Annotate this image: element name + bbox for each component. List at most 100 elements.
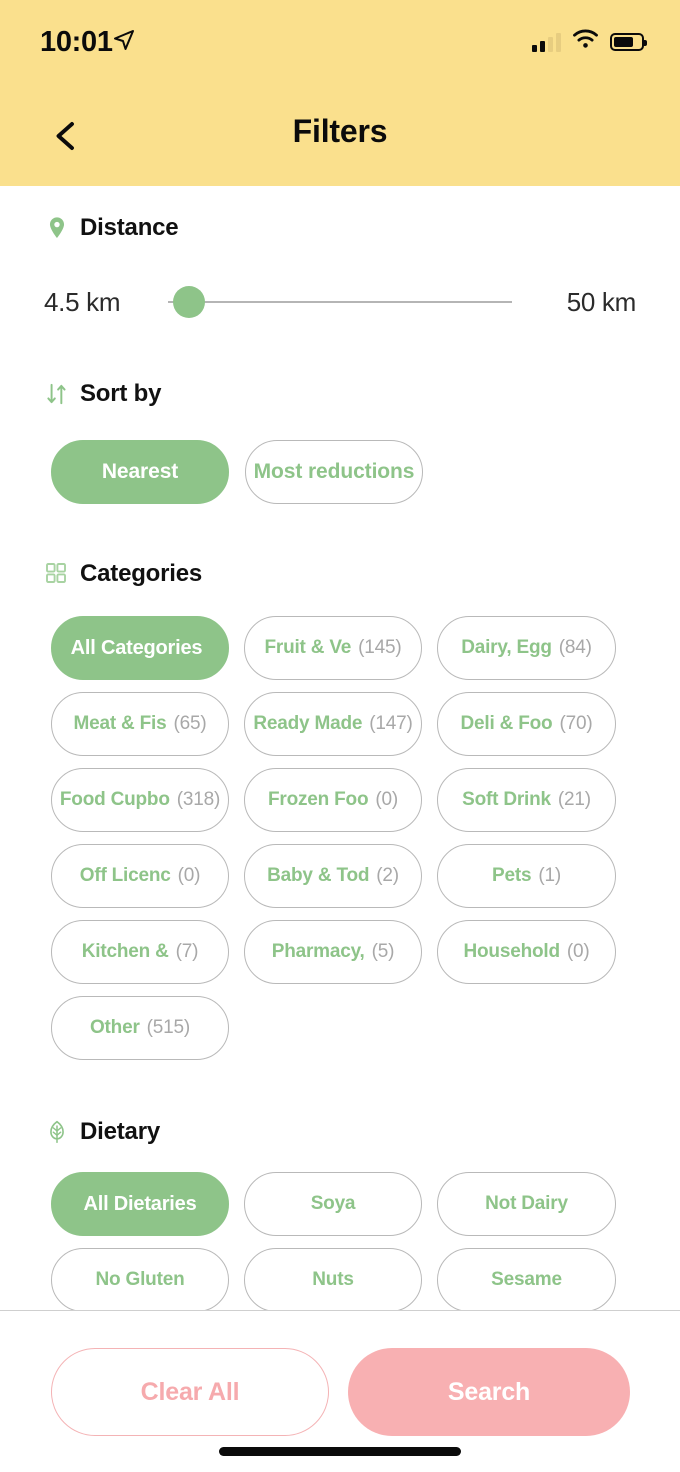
chip-count: (1) (538, 865, 561, 886)
location-arrow-icon (112, 28, 136, 52)
chip-label: Pets (492, 865, 532, 886)
app-header: 10:01 Filters (0, 0, 680, 186)
chip-count: (147) (369, 713, 413, 734)
chip-count: (21) (557, 789, 591, 810)
chip-label: Not Dairy (485, 1193, 568, 1214)
chip-label: Pharmacy, (271, 941, 365, 962)
chip-count: (0) (566, 941, 590, 962)
dietary-title: Dietary (80, 1118, 160, 1145)
category-chip[interactable]: Frozen Foo (0) (244, 768, 422, 832)
distance-slider[interactable] (168, 280, 512, 324)
category-chip[interactable]: Kitchen & (7) (51, 920, 229, 984)
map-pin-icon (44, 215, 70, 241)
sort-option-label: Most reductions (253, 460, 415, 483)
category-chip[interactable]: Off Licenc (0) (51, 844, 229, 908)
dietary-chip[interactable]: Not Dairy (437, 1172, 616, 1236)
chip-label: Household (463, 941, 561, 962)
category-chip[interactable]: Soft Drink (21) (437, 768, 616, 832)
wifi-icon (572, 28, 599, 55)
dietary-chip-grid: All Dietaries Soya Not Dairy No Gluten N… (0, 1172, 630, 1312)
chip-label: All Categories (70, 636, 203, 659)
category-chip[interactable]: All Categories (51, 616, 229, 680)
clear-all-label: Clear All (140, 1377, 240, 1406)
category-chip[interactable]: Food Cupbo (318) (51, 768, 229, 832)
dietary-chip[interactable]: No Gluten (51, 1248, 229, 1312)
grid-icon (44, 561, 70, 587)
chip-count: (0) (177, 865, 201, 886)
search-button[interactable]: Search (348, 1348, 630, 1436)
status-indicators (532, 28, 647, 55)
category-chip[interactable]: Fruit & Ve (145) (244, 616, 422, 680)
category-chip[interactable]: Ready Made (147) (244, 692, 422, 756)
sort-arrows-icon (44, 381, 70, 407)
chip-count: (318) (176, 789, 221, 810)
dietary-section-header: Dietary (0, 1118, 680, 1146)
chip-count: (70) (559, 713, 593, 734)
category-chip[interactable]: Meat & Fis (65) (51, 692, 229, 756)
dietary-chip[interactable]: All Dietaries (51, 1172, 229, 1236)
chip-count: (5) (371, 941, 395, 962)
category-chip[interactable]: Pharmacy, (5) (244, 920, 422, 984)
back-button[interactable] (44, 114, 88, 158)
chip-count: (7) (175, 941, 199, 962)
sortby-title: Sort by (80, 380, 162, 407)
slider-track (168, 301, 512, 303)
dietary-chip[interactable]: Soya (244, 1172, 422, 1236)
dietary-chip[interactable]: Nuts (244, 1248, 422, 1312)
status-bar: 10:01 (0, 0, 680, 76)
category-chip[interactable]: Pets (1) (437, 844, 616, 908)
chip-label: Sesame (491, 1269, 562, 1290)
chip-label: Other (89, 1017, 140, 1038)
battery-icon (610, 32, 647, 51)
chip-label: Off Licenc (79, 865, 171, 886)
categories-section-header: Categories (0, 560, 680, 588)
chip-count: (65) (173, 713, 207, 734)
chip-label: Meat & Fis (73, 713, 167, 734)
chip-label: Soft Drink (462, 789, 551, 810)
distance-title: Distance (80, 214, 179, 241)
distance-max-label: 50 km (566, 286, 637, 317)
categories-title: Categories (80, 560, 203, 587)
sort-option-most-reductions[interactable]: Most reductions (245, 440, 423, 504)
chip-label: Ready Made (253, 713, 363, 734)
chip-count: (84) (558, 637, 592, 658)
category-chip[interactable]: Deli & Foo (70) (437, 692, 616, 756)
navigation-bar: Filters (0, 76, 680, 186)
sort-option-label: Nearest (101, 460, 179, 483)
chip-label: Food Cupbo (59, 789, 170, 810)
cellular-signal-icon (532, 32, 561, 52)
slider-thumb[interactable] (173, 286, 205, 318)
clear-all-button[interactable]: Clear All (51, 1348, 329, 1436)
dietary-chip[interactable]: Sesame (437, 1248, 616, 1312)
chip-label: Fruit & Ve (264, 637, 352, 658)
category-chip[interactable]: Other (515) (51, 996, 229, 1060)
status-time: 10:01 (40, 26, 113, 58)
chip-label: Soya (310, 1193, 356, 1214)
category-chip[interactable]: Dairy, Egg (84) (437, 616, 616, 680)
chip-count: (145) (358, 637, 402, 658)
home-indicator (219, 1447, 461, 1456)
categories-chip-grid: All Categories Fruit & Ve (145) Dairy, E… (0, 616, 630, 1060)
chip-label: Frozen Foo (267, 789, 369, 810)
chip-count: (515) (146, 1017, 191, 1038)
category-chip[interactable]: Baby & Tod (2) (244, 844, 422, 908)
sortby-options: Nearest Most reductions (0, 440, 680, 504)
chip-label: Baby & Tod (267, 865, 370, 886)
chip-label: All Dietaries (83, 1192, 197, 1215)
chip-count: (0) (375, 789, 398, 810)
filters-content: Distance 4.5 km 50 km Sort by Nearest Mo… (0, 186, 680, 1312)
search-label: Search (447, 1377, 531, 1406)
chip-count: (2) (376, 865, 399, 886)
sortby-section-header: Sort by (0, 380, 680, 408)
category-chip[interactable]: Household (0) (437, 920, 616, 984)
page-title: Filters (292, 112, 388, 149)
chip-label: Kitchen & (81, 941, 169, 962)
distance-section-header: Distance (0, 214, 680, 242)
back-chevron-icon (56, 122, 74, 150)
distance-slider-row: 4.5 km 50 km (0, 280, 680, 324)
chip-label: Dairy, Egg (461, 637, 552, 658)
sort-option-nearest[interactable]: Nearest (51, 440, 229, 504)
chip-label: Deli & Foo (460, 713, 553, 734)
leaf-icon (44, 1119, 70, 1145)
chip-label: No Gluten (95, 1269, 185, 1290)
